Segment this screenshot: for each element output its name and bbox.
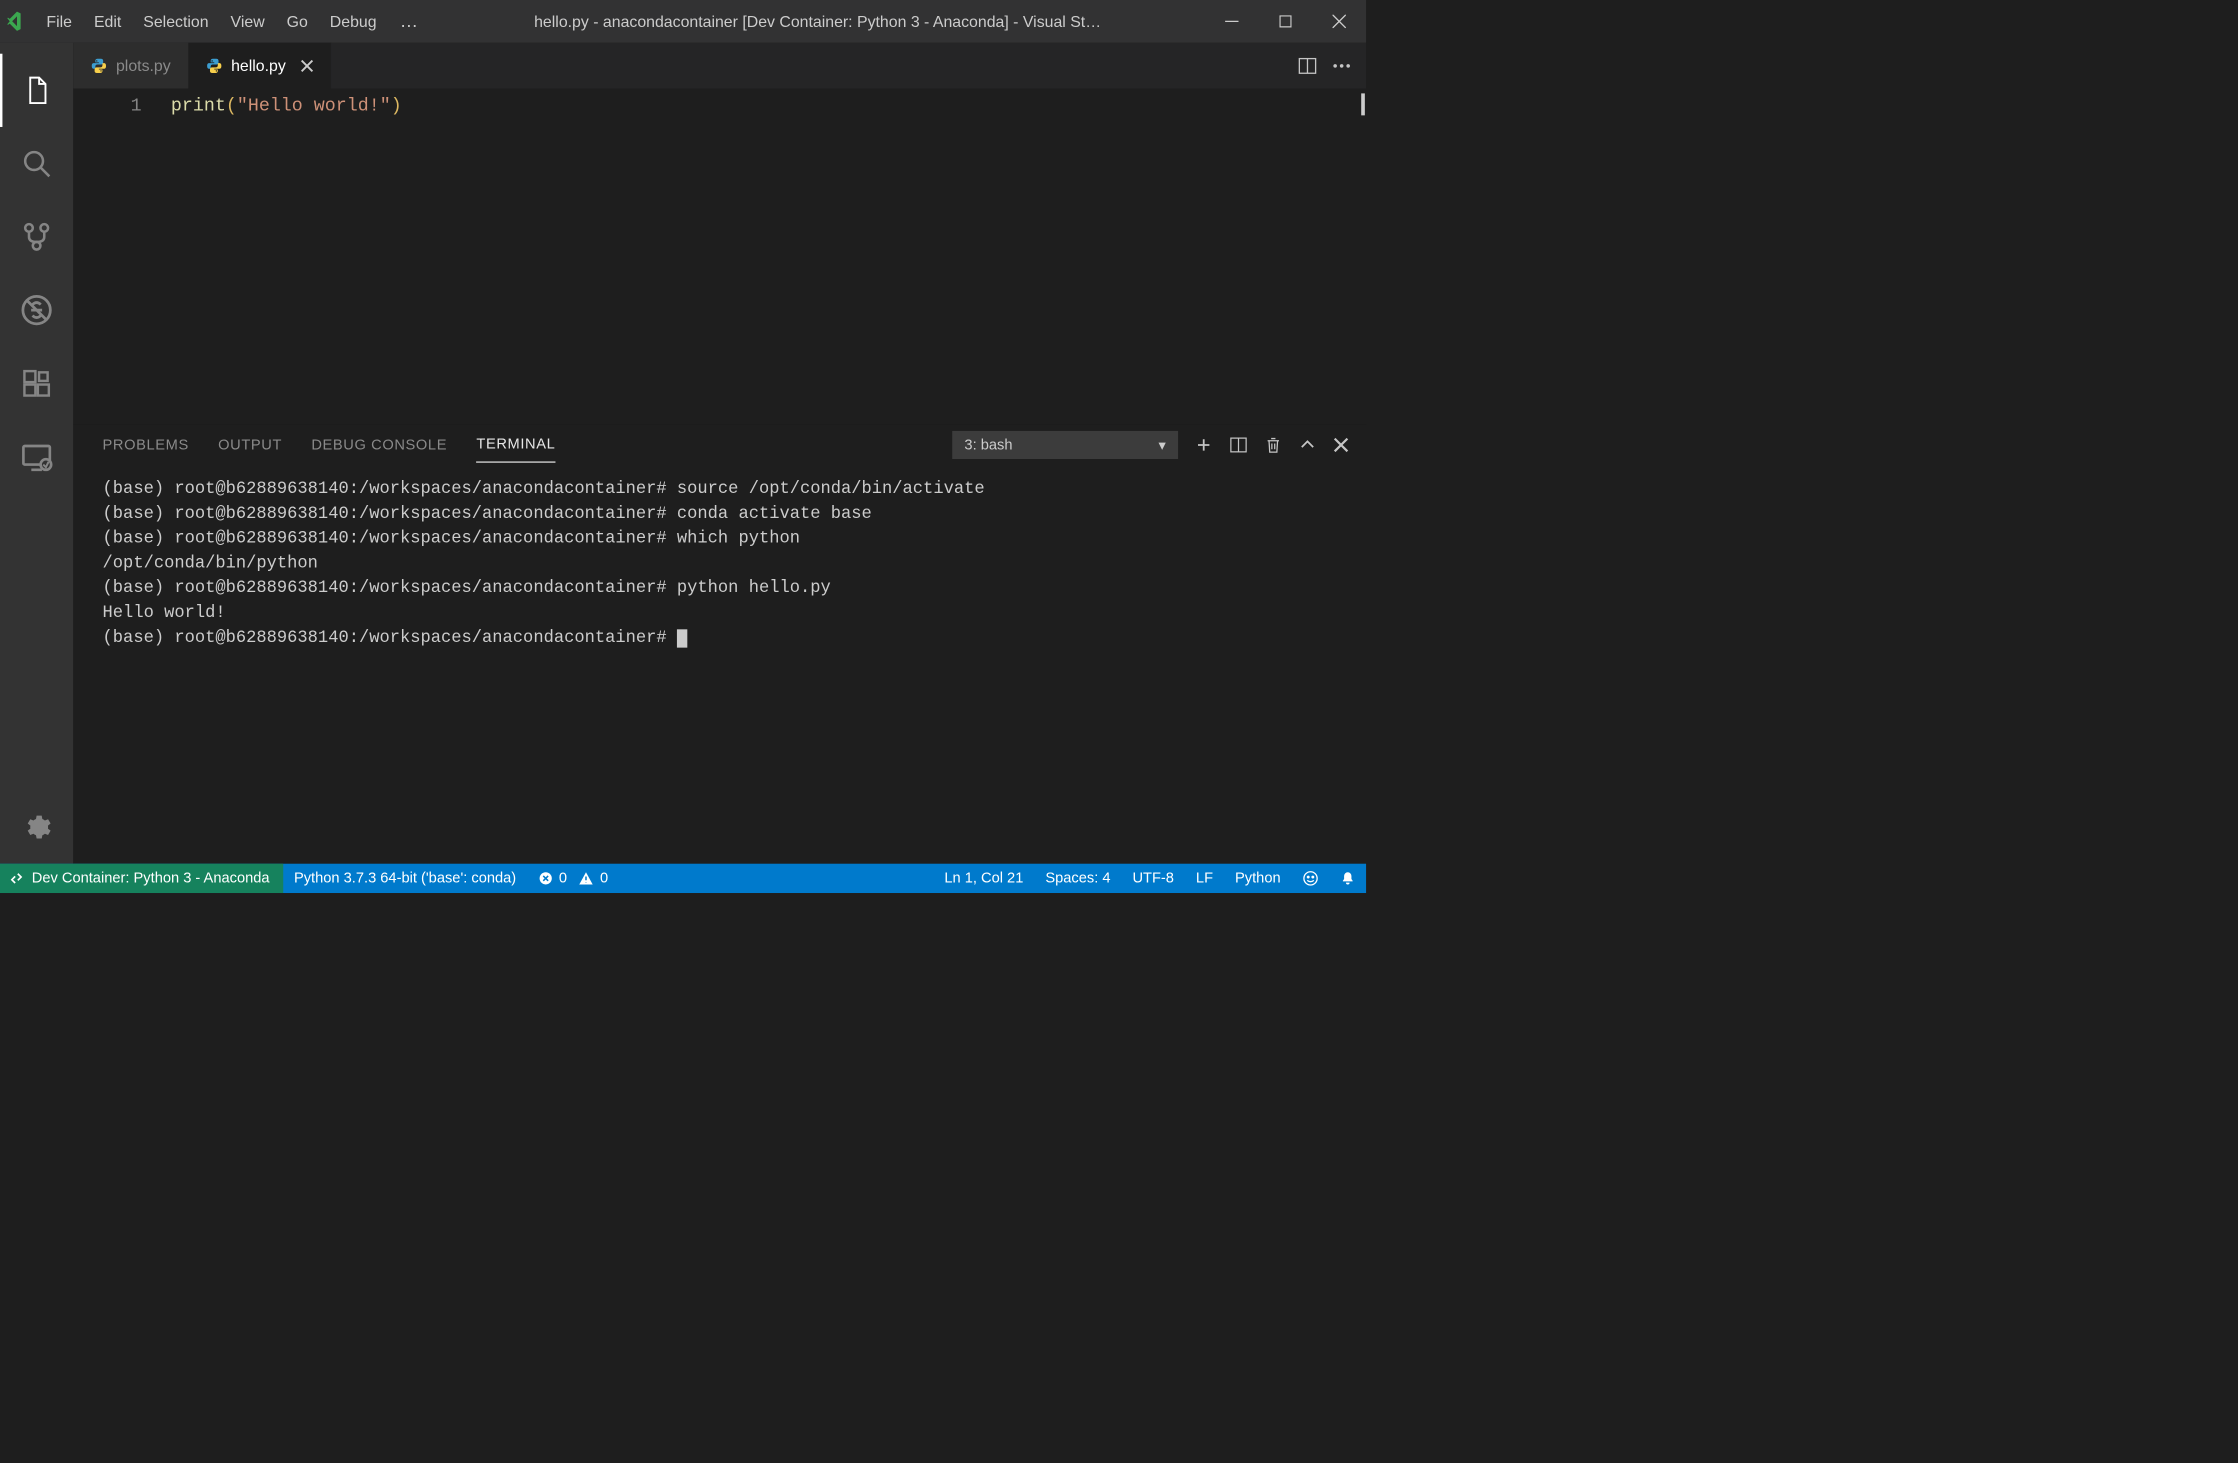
terminal-line: (base) root@b62889638140:/workspaces/ana… [103, 505, 872, 524]
status-indentation[interactable]: Spaces: 4 [1034, 864, 1121, 893]
activity-debug-icon[interactable] [0, 273, 73, 346]
terminal[interactable]: (base) root@b62889638140:/workspaces/ana… [73, 465, 1366, 864]
scroll-position-indicator [1361, 93, 1365, 115]
menu-selection[interactable]: Selection [132, 0, 219, 43]
gutter: 1 [73, 89, 171, 425]
menu-view[interactable]: View [220, 0, 276, 43]
terminal-selector[interactable]: 3: bash ▾ [952, 431, 1178, 459]
error-icon [538, 871, 553, 886]
menu-edit[interactable]: Edit [83, 0, 132, 43]
line-number: 1 [73, 96, 141, 117]
panel-tab-output[interactable]: OUTPUT [218, 428, 282, 462]
split-terminal-icon[interactable] [1229, 436, 1247, 454]
python-file-icon [90, 57, 107, 74]
chevron-down-icon: ▾ [1159, 436, 1166, 454]
terminal-cursor [677, 629, 687, 647]
terminal-line: /opt/conda/bin/python [103, 554, 318, 573]
new-terminal-icon[interactable] [1195, 436, 1212, 453]
split-editor-icon[interactable] [1298, 56, 1318, 76]
terminal-selector-label: 3: bash [964, 436, 1012, 453]
remote-icon [9, 870, 25, 886]
panel-tab-debug-console[interactable]: DEBUG CONSOLE [311, 428, 447, 462]
status-python-interpreter[interactable]: Python 3.7.3 64-bit ('base': conda) [283, 864, 527, 893]
status-bar: Dev Container: Python 3 - Anaconda Pytho… [0, 864, 1366, 893]
window-controls [1205, 0, 1366, 43]
window-title: hello.py - anacondacontainer [Dev Contai… [430, 12, 1205, 31]
window-close-icon[interactable] [1312, 0, 1366, 43]
activity-remote-icon[interactable] [0, 420, 73, 493]
code-editor[interactable]: 1 print("Hello world!") [73, 89, 1366, 425]
menu-file[interactable]: File [35, 0, 83, 43]
kill-terminal-icon[interactable] [1265, 436, 1282, 454]
activity-extensions-icon[interactable] [0, 347, 73, 420]
editor-actions [1298, 43, 1366, 89]
status-eol[interactable]: LF [1185, 864, 1224, 893]
status-remote[interactable]: Dev Container: Python 3 - Anaconda [0, 864, 283, 893]
menu-bar: File Edit Selection View Go Debug … [35, 0, 430, 43]
token-bracket-close: ) [391, 96, 402, 117]
python-file-icon [205, 57, 222, 74]
window-maximize-icon[interactable] [1259, 0, 1313, 43]
status-notifications-icon[interactable] [1329, 864, 1366, 893]
tab-hello-py[interactable]: hello.py [188, 43, 331, 89]
bottom-panel: PROBLEMS OUTPUT DEBUG CONSOLE TERMINAL 3… [73, 424, 1366, 863]
terminal-line: (base) root@b62889638140:/workspaces/ana… [103, 480, 985, 499]
activity-explorer-icon[interactable] [0, 54, 73, 127]
activity-bar [0, 43, 73, 864]
editor-group: plots.py hello.py [73, 43, 1366, 864]
tab-label: hello.py [231, 56, 286, 75]
status-remote-label: Dev Container: Python 3 - Anaconda [32, 870, 270, 887]
menu-overflow[interactable]: … [388, 0, 431, 43]
panel-tabbar: PROBLEMS OUTPUT DEBUG CONSOLE TERMINAL 3… [73, 425, 1366, 465]
vscode-logo-icon [0, 10, 35, 32]
activity-source-control-icon[interactable] [0, 200, 73, 273]
warning-icon [578, 871, 594, 886]
token-function: print [171, 96, 226, 117]
activity-settings-icon[interactable] [0, 790, 73, 863]
warning-count: 0 [600, 870, 608, 887]
terminal-line: (base) root@b62889638140:/workspaces/ana… [103, 529, 800, 548]
status-feedback-icon[interactable] [1292, 864, 1330, 893]
menu-go[interactable]: Go [276, 0, 319, 43]
tab-label: plots.py [116, 56, 171, 75]
titlebar: File Edit Selection View Go Debug … hell… [0, 0, 1366, 43]
menu-debug[interactable]: Debug [319, 0, 388, 43]
terminal-line: (base) root@b62889638140:/workspaces/ana… [103, 628, 677, 647]
status-cursor-position[interactable]: Ln 1, Col 21 [933, 864, 1034, 893]
main-area: plots.py hello.py [0, 43, 1366, 864]
more-actions-icon[interactable] [1332, 63, 1352, 69]
terminal-line: Hello world! [103, 604, 226, 623]
window-minimize-icon[interactable] [1205, 0, 1259, 43]
terminal-line: (base) root@b62889638140:/workspaces/ana… [103, 579, 831, 598]
tab-plots-py[interactable]: plots.py [73, 43, 188, 89]
token-bracket-open: ( [226, 96, 237, 117]
dirty-close-icon[interactable] [300, 59, 313, 72]
activity-search-icon[interactable] [0, 127, 73, 200]
status-language-mode[interactable]: Python [1224, 864, 1292, 893]
token-string: "Hello world!" [237, 96, 391, 117]
close-panel-icon[interactable] [1333, 437, 1349, 453]
maximize-panel-icon[interactable] [1299, 436, 1316, 453]
editor-tabbar: plots.py hello.py [73, 43, 1366, 89]
panel-tab-terminal[interactable]: TERMINAL [476, 427, 555, 462]
status-problems[interactable]: 0 0 [527, 864, 619, 893]
code-line-1[interactable]: print("Hello world!") [171, 89, 402, 425]
panel-tab-problems[interactable]: PROBLEMS [103, 428, 189, 462]
error-count: 0 [559, 870, 567, 887]
status-encoding[interactable]: UTF-8 [1121, 864, 1184, 893]
